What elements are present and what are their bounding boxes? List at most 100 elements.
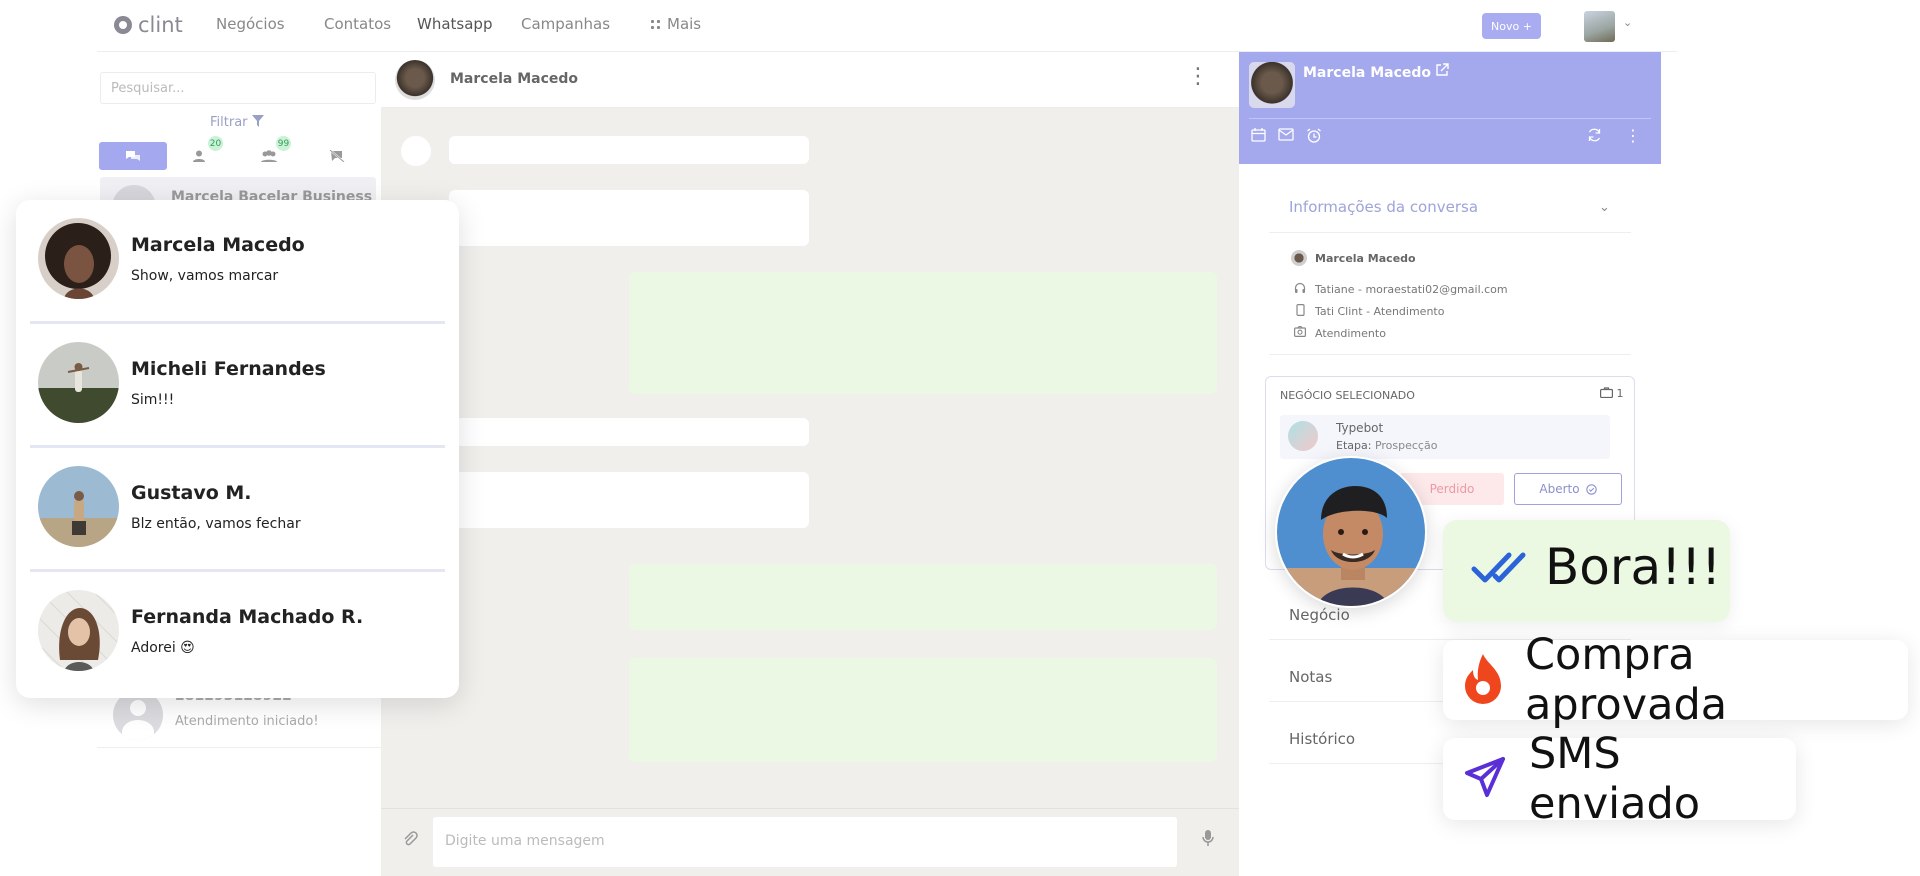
user-icon (193, 150, 205, 162)
user-avatar[interactable] (1584, 11, 1615, 42)
phone-icon (1293, 304, 1307, 319)
chevron-down-icon[interactable]: ⌄ (1599, 200, 1610, 215)
accordion-label: Histórico (1289, 730, 1356, 748)
tab-groups[interactable]: 99 (235, 136, 303, 170)
groups-count-badge: 99 (276, 136, 291, 151)
avatar (38, 590, 119, 671)
info-agent: Tatiane - moraestati02@gmail.com (1293, 282, 1508, 297)
contact-item[interactable]: Micheli Fernandes Sim!!! (16, 324, 459, 448)
contacts-showcase-card: Marcela Macedo Show, vamos marcar Michel… (16, 200, 459, 698)
briefcase-icon (1600, 387, 1614, 399)
message-avatar (401, 136, 431, 166)
logo-text: clint (138, 13, 183, 37)
divider (1269, 354, 1631, 355)
avatar (38, 342, 119, 423)
avatar[interactable] (395, 60, 435, 100)
conversation-tabs: 20 99 (97, 136, 381, 170)
info-contact-name: Marcela Macedo (1315, 251, 1416, 265)
nav-whatsapp[interactable]: Whatsapp (412, 0, 497, 52)
nav-mais-label: Mais (667, 15, 702, 33)
chevron-down-icon[interactable]: ⌄ (1623, 16, 1632, 29)
more-vertical-icon[interactable]: ⋮ (1187, 66, 1209, 88)
deal-stage-value: Prospecção (1374, 439, 1438, 452)
refresh-icon[interactable] (1587, 128, 1602, 146)
contact-name: Marcela Macedo (1303, 65, 1432, 81)
headset-icon (1293, 282, 1307, 297)
open-button[interactable]: Aberto (1514, 473, 1622, 505)
bora-text: Bora!!! (1545, 538, 1722, 596)
tab-contacts[interactable]: 20 (167, 136, 235, 170)
paper-plane-icon (1463, 755, 1507, 803)
contact-item[interactable]: Marcela Macedo Show, vamos marcar (16, 200, 459, 324)
external-link-icon[interactable] (1435, 63, 1449, 81)
bora-message-toast: Bora!!! (1443, 520, 1730, 622)
nav-contatos[interactable]: Contatos (324, 15, 391, 33)
message-bubble-in (449, 418, 809, 446)
purchase-approved-text: Compra aprovada (1525, 630, 1728, 730)
nav-mais[interactable]: Mais (651, 15, 701, 33)
nav-campanhas[interactable]: Campanhas (521, 15, 610, 33)
chat-contact-name[interactable]: Marcela Macedo (450, 71, 578, 87)
message-bubble-in (449, 190, 809, 246)
message-bubble-in (449, 136, 809, 164)
divider (1269, 232, 1631, 233)
message-input[interactable]: Digite uma mensagem (433, 817, 1177, 867)
avatar (38, 466, 119, 547)
new-button[interactable]: Novo + (1482, 13, 1541, 39)
info-status-text: Atendimento (1315, 326, 1386, 340)
section-title[interactable]: Informações da conversa (1289, 198, 1478, 216)
contacts-count-badge: 20 (208, 136, 223, 151)
message-bubble-in (449, 472, 809, 528)
avatar (1275, 456, 1427, 608)
filter-label: Filtrar (210, 115, 248, 130)
avatar (38, 218, 119, 299)
check-circle-icon (1585, 483, 1597, 495)
more-vertical-icon[interactable]: ⋮ (1625, 126, 1641, 145)
info-agent-text: Tatiane - moraestati02@gmail.com (1315, 283, 1508, 296)
divider (1249, 118, 1651, 119)
sms-sent-toast: SMS enviado (1443, 729, 1796, 829)
deal-count: 1 (1600, 387, 1624, 400)
contact-last-message: Adorei 😍 (131, 640, 195, 656)
sms-sent-text: SMS enviado (1529, 729, 1701, 829)
nav-negocios[interactable]: Negócios (216, 15, 285, 33)
contact-name: Fernanda Machado R. (131, 606, 364, 628)
microphone-icon[interactable] (1201, 829, 1215, 851)
accordion-label: Notas (1289, 668, 1333, 686)
contact-item[interactable]: Gustavo M. Blz então, vamos fechar (16, 448, 459, 572)
alarm-clock-icon[interactable] (1306, 128, 1322, 147)
filter-button[interactable]: Filtrar (210, 115, 264, 130)
top-navbar: clint Negócios Contatos Whatsapp Campanh… (97, 0, 1677, 52)
grid-dots-icon (651, 19, 661, 30)
message-bubble-out (629, 658, 1217, 762)
chat-bubbles-icon (126, 151, 140, 161)
list-item-message: Atendimento iniciado! (175, 714, 319, 729)
deal-title: Typebot (1336, 421, 1384, 435)
app-logo[interactable]: clint (114, 13, 183, 37)
calendar-icon[interactable] (1251, 128, 1266, 146)
users-icon (261, 150, 277, 162)
mail-icon[interactable] (1278, 128, 1294, 145)
info-contact: Marcela Macedo (1291, 250, 1416, 266)
filter-icon (251, 115, 264, 127)
contact-name: Micheli Fernandes (131, 358, 326, 380)
deal-item[interactable]: Typebot Etapa: Prospecção (1280, 415, 1610, 459)
deal-stage-label: Etapa: (1336, 439, 1372, 452)
deal-stage: Etapa: Prospecção (1336, 439, 1437, 452)
info-phone: Tati Clint - Atendimento (1293, 304, 1444, 319)
avatar (1249, 62, 1295, 108)
contact-header-panel: Marcela Macedo ⋮ (1239, 52, 1661, 164)
open-button-label: Aberto (1539, 482, 1580, 496)
tab-chats[interactable] (99, 142, 167, 170)
search-input[interactable]: Pesquisar... (100, 72, 376, 104)
double-check-icon (1471, 550, 1527, 590)
deal-card-header: NEGÓCIO SELECIONADO (1280, 389, 1415, 402)
purchase-approved-toast: Compra aprovada (1443, 630, 1908, 730)
contact-last-message: Sim!!! (131, 392, 175, 408)
contact-last-message: Blz então, vamos fechar (131, 516, 301, 532)
contact-item[interactable]: Fernanda Machado R. Adorei 😍 (16, 572, 459, 696)
deal-count-value: 1 (1616, 387, 1624, 400)
contact-name: Gustavo M. (131, 482, 252, 504)
tab-muted[interactable] (303, 142, 371, 170)
paperclip-icon[interactable] (402, 831, 418, 851)
